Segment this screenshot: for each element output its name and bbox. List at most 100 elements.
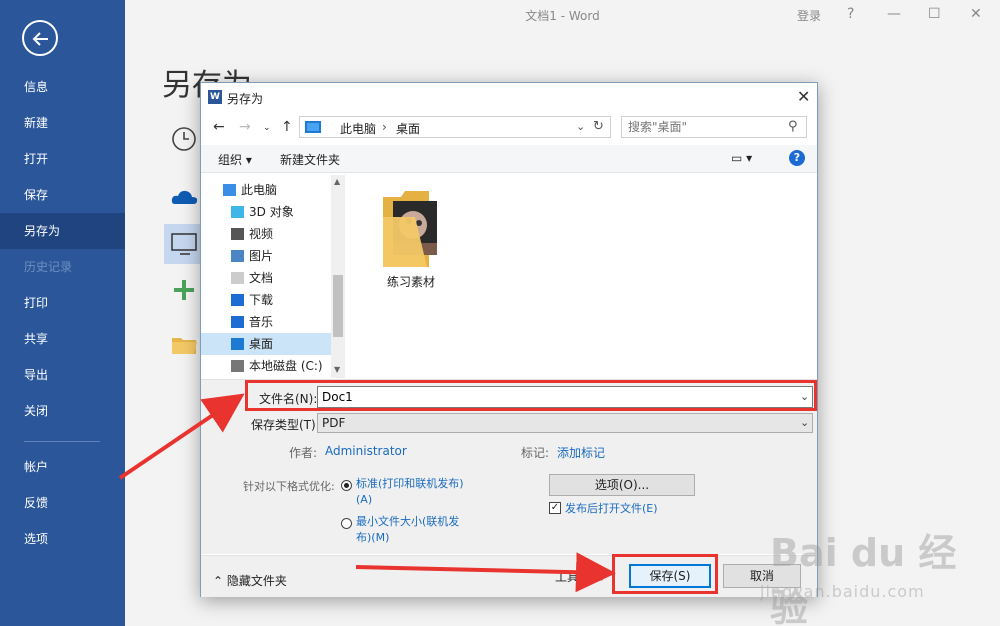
help-button[interactable]: ? [847,6,854,22]
options-button[interactable]: 选项(O)... [549,474,695,496]
scroll-down-icon[interactable]: ▼ [334,365,340,374]
nav-item-4[interactable]: 另存为 [0,213,125,249]
document-icon [231,272,244,284]
onedrive-cloud-icon[interactable] [170,182,200,212]
add-place-plus-icon[interactable] [170,276,200,306]
organize-button[interactable]: 组织 ▾ [218,151,252,168]
tree-item-label: 视频 [249,227,274,241]
nav-item-9[interactable]: 关闭 [0,393,125,429]
optimize-label: 针对以下格式优化: [243,480,335,493]
tree-item[interactable]: 桌面 [201,333,331,355]
tree-item[interactable]: 下载 [201,289,331,311]
nav-item-10[interactable]: 帐户 [0,449,125,485]
hide-folders-toggle[interactable]: ⌃ 隐藏文件夹 [213,572,287,589]
nav-item-1[interactable]: 新建 [0,105,125,141]
nav-item-5: 历史记录 [24,260,73,274]
change-view-button[interactable]: ▭ ▾ [731,151,765,165]
nav-item-3[interactable]: 保存 [0,177,125,213]
dialog-title: 另存为 [227,92,264,106]
author-label: 作者: [289,446,318,460]
open-after-publish-checkbox[interactable]: ✓ [549,502,561,514]
back-nav-icon[interactable]: ← [213,119,225,135]
recent-locations-chevron-icon[interactable]: ⌄ [263,123,271,133]
tree-item[interactable]: 文档 [201,267,331,289]
window-title: 文档1 - Word [525,9,600,23]
tree-item[interactable]: 3D 对象 [201,201,331,223]
recent-clock-icon[interactable] [170,124,200,154]
tree-item-label: 此电脑 [241,183,278,197]
tags-value[interactable]: 添加标记 [557,444,605,461]
tree-item-label: 下载 [249,293,274,307]
baidu-watermark: Bai du 经验 jingyan.baidu.com [740,520,990,626]
save-as-dialog: W 另存为 ✕ ← → ⌄ ↑ 此电脑 › 桌面 ⌄ ↻ ⚲ 组织 ▾ 新建文件… [200,82,818,597]
file-item-label: 练习素材 [386,275,435,289]
scrollbar-thumb[interactable] [333,275,343,337]
refresh-icon[interactable]: ↻ [593,119,604,134]
minimize-button[interactable]: — [887,6,901,22]
disk-icon [231,360,244,372]
address-bar[interactable]: 此电脑 › 桌面 ⌄ ↻ [299,116,611,138]
search-box[interactable]: ⚲ [621,116,807,138]
back-arrow-button[interactable] [22,20,58,56]
tree-item[interactable]: 视频 [201,223,331,245]
window-close-button[interactable]: ✕ [970,6,982,22]
save-highlight-box [612,554,718,594]
nav-item-2[interactable]: 打开 [0,141,125,177]
download-icon [231,294,244,306]
folder-thumbnail-icon [383,191,437,267]
optimize-minimum-radio[interactable] [341,518,352,529]
search-icon[interactable]: ⚲ [788,119,798,134]
help-icon[interactable]: ? [789,150,805,166]
chevron-up-icon: ⌃ [213,574,227,588]
open-after-publish-label[interactable]: 发布后打开文件(E) [565,501,658,516]
tree-item-label: 桌面 [249,337,274,351]
hide-folders-label: 隐藏文件夹 [226,574,287,588]
navigation-pane: 此电脑 3D 对象视频图片 文档下载音乐桌面本地磁盘 (C:) ▲ ▼ [201,175,345,378]
new-folder-button[interactable]: 新建文件夹 [280,151,340,168]
optimize-minimum-label[interactable]: 最小文件大小(联机发 [356,514,459,529]
filetype-select[interactable]: PDF ⌄ [317,413,813,433]
optimize-minimum-label-2[interactable]: 布)(M) [356,530,389,545]
title-bar: 文档1 - Word 登录 ? — ☐ ✕ [125,0,1000,30]
file-item[interactable]: 练习素材 [379,187,443,289]
nav-item-7[interactable]: 共享 [0,321,125,357]
dialog-close-button[interactable]: ✕ [797,87,810,106]
scroll-up-icon[interactable]: ▲ [334,177,340,186]
nav-item-0[interactable]: 信息 [0,69,125,105]
nav-item-8[interactable]: 导出 [0,357,125,393]
tree-item-label: 音乐 [249,315,274,329]
nav-pane-scrollbar[interactable]: ▲ ▼ [331,175,345,378]
optimize-standard-key[interactable]: (A) [356,492,372,507]
tree-item[interactable]: 图片 [201,245,331,267]
breadcrumb-desktop[interactable]: 桌面 [396,120,420,137]
address-dropdown-chevron-icon[interactable]: ⌄ [576,120,585,133]
maximize-button[interactable]: ☐ [928,6,941,22]
forward-nav-icon[interactable]: → [239,119,251,135]
filename-highlight-box [245,380,817,411]
nav-item-11[interactable]: 反馈 [0,485,125,521]
author-value[interactable]: Administrator [325,444,407,458]
nav-separator [24,441,100,442]
tags-label: 标记: [521,446,550,460]
dialog-footer: ⌃ 隐藏文件夹 工具(L) ▾ 保存(S) 取消 [201,555,817,597]
breadcrumb-this-pc[interactable]: 此电脑 [340,120,376,137]
tree-item[interactable]: 音乐 [201,311,331,333]
breadcrumb-separator[interactable]: › [382,120,387,134]
login-link[interactable]: 登录 [797,7,821,24]
address-pc-icon [305,121,321,133]
tree-item[interactable]: 本地磁盘 (C:) [201,355,331,377]
nav-item-6[interactable]: 打印 [0,285,125,321]
back-arrow-icon [32,32,48,46]
tools-button[interactable]: 工具(L) ▾ [555,568,605,585]
word-app-icon: W [208,90,222,104]
nav-item-12[interactable]: 选项 [0,521,125,557]
browse-folder-icon[interactable] [170,330,200,360]
tree-item[interactable]: 此电脑 [201,179,331,201]
up-folder-icon[interactable]: ↑ [281,119,293,135]
search-input[interactable] [628,120,778,134]
optimize-standard-label[interactable]: 标准(打印和联机发布) [356,476,464,491]
desktop-icon [231,338,244,350]
optimize-standard-radio[interactable] [341,480,352,491]
this-pc-location[interactable] [164,224,200,264]
filetype-dropdown-chevron-icon[interactable]: ⌄ [800,416,809,429]
